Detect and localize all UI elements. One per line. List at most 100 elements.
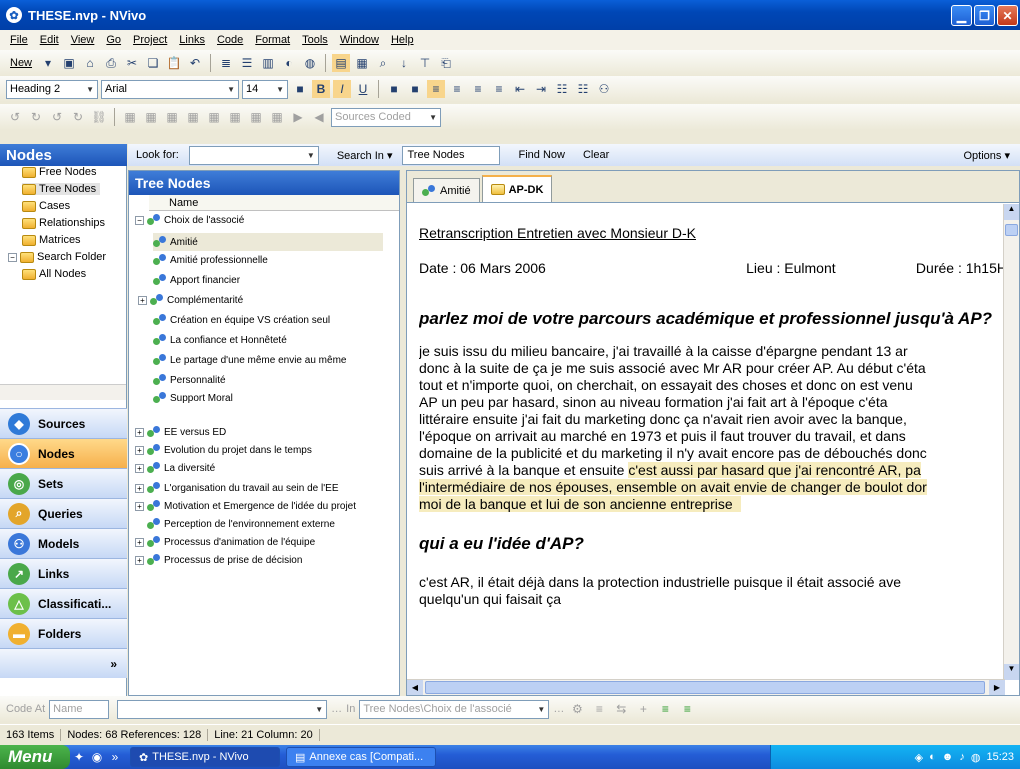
scroll-left-icon[interactable]: ◀ [407,680,423,695]
binoculars-icon[interactable]: ⚇ [595,80,613,98]
cut-icon[interactable]: ✂ [123,54,141,72]
tree-row[interactable]: Le partage d'une même envie au même [153,351,346,369]
tree-row[interactable]: Amitié [153,233,383,251]
tray-icon[interactable]: ☻ [942,751,954,763]
scroll-up-icon[interactable]: ▲ [1004,204,1019,220]
new-dropdown-icon[interactable]: ▾ [39,54,57,72]
menu-format[interactable]: Format [255,34,290,46]
tree-row[interactable]: − Choix de l'associé [135,211,244,229]
filter-icon[interactable]: ⊤ [416,54,434,72]
collapse-icon[interactable]: − [8,252,17,262]
tree-row[interactable]: + Processus d'animation de l'équipe [135,533,315,551]
tray-icon[interactable]: ◈ [915,751,923,764]
nav-matrices[interactable]: Matrices [22,234,81,246]
quicklaunch-icon[interactable]: » [106,748,124,766]
tree-row[interactable]: + EE versus ED [135,423,226,441]
table5-icon[interactable]: ▦ [205,108,223,126]
align-center-icon[interactable]: ≡ [448,80,466,98]
align-right-icon[interactable]: ≡ [469,80,487,98]
find-now-button[interactable]: Find Now [518,149,564,161]
expand-icon[interactable]: + [138,295,147,305]
expand-icon[interactable]: + [135,555,144,565]
tab-ap-dk[interactable]: AP-DK [481,175,553,202]
tree-row[interactable]: Apport financier [153,271,240,289]
name-column-header[interactable]: Name [149,195,399,211]
scroll-right-icon[interactable]: ▶ [989,680,1005,695]
close-button[interactable]: ✕ [997,5,1018,26]
collapse-icon[interactable]: − [135,215,144,225]
italic-icon[interactable]: I [333,80,351,98]
expand-icon[interactable]: + [135,501,144,511]
code-name-input[interactable]: ▼ [117,699,328,719]
table6-icon[interactable]: ▦ [226,108,244,126]
save-icon[interactable]: ▣ [60,54,78,72]
tree-row[interactable]: + Processus de prise de décision [135,551,302,569]
tree-row[interactable]: Support Moral [153,389,233,407]
nav-more-button[interactable]: » [0,648,127,678]
help-icon[interactable]: ◍ [301,54,319,72]
table7-icon[interactable]: ▦ [247,108,265,126]
hscroll-thumb[interactable] [425,681,985,694]
indent-icon[interactable]: ⇥ [532,80,550,98]
menu-file[interactable]: File [10,34,28,46]
clear-button[interactable]: Clear [583,149,609,161]
back-icon[interactable]: ↺ [6,108,24,126]
bullet-list-icon[interactable]: ☷ [574,80,592,98]
expand-icon[interactable]: + [135,445,144,455]
nav-button-links[interactable]: ↗ Links [0,558,127,588]
table2-icon[interactable]: ▦ [142,108,160,126]
font-color-icon[interactable]: ■ [291,80,309,98]
doc-vertical-scrollbar[interactable]: ▲ ▼ [1003,204,1019,680]
scroll-thumb[interactable] [1005,224,1018,236]
detail-view-icon[interactable]: ▤ [332,54,351,72]
look-for-input[interactable]: ▼ [188,145,319,165]
tree-row[interactable]: + Motivation et Emergence de l'idée du pr… [135,497,356,515]
menu-go[interactable]: Go [106,34,121,46]
tree-row[interactable]: + Evolution du projet dans le temps [135,441,312,459]
nav-button-classifications[interactable]: △ Classificati... [0,588,127,618]
quicklaunch-icon[interactable]: ✦ [70,748,88,766]
code-in-vivo-icon[interactable]: ⇆ [612,700,630,718]
model-icon[interactable]: ◐ [280,54,298,72]
add-icon[interactable]: + [634,700,652,718]
forward-icon[interactable]: ↻ [27,108,45,126]
highlight-coding-icon[interactable]: ≡ [678,700,696,718]
tab-amitie[interactable]: Amitié [413,178,480,202]
find-icon[interactable]: ⌕ [374,54,392,72]
menu-window[interactable]: Window [340,34,379,46]
nav-back-icon[interactable]: ↺ [48,108,66,126]
tree-row[interactable]: + Complémentarité [138,291,243,309]
menu-links[interactable]: Links [179,34,205,46]
scroll-down-icon[interactable]: ▼ [1004,664,1019,680]
font-combo[interactable]: Arial ▼ [101,79,239,99]
tray-icon[interactable]: ◍ [971,751,981,764]
copy-icon[interactable]: ❏ [144,54,162,72]
sort-icon[interactable]: ↓ [395,54,413,72]
nav-hscrollbar[interactable] [0,384,126,400]
expand-icon[interactable]: + [135,463,144,473]
style-combo[interactable]: Heading 2 ▼ [6,79,98,99]
nav-button-sources[interactable]: ◆ Sources [0,408,127,438]
play-icon[interactable]: ▶ [289,108,307,126]
nav-search-folder[interactable]: − Search Folder [8,251,106,263]
underline-icon[interactable]: U [354,80,372,98]
expand-icon[interactable]: + [135,537,144,547]
font-size-combo[interactable]: 14 ▼ [242,79,288,99]
menu-edit[interactable]: Edit [40,34,59,46]
nav-all-nodes[interactable]: All Nodes [22,268,86,280]
paste-icon[interactable]: 📋 [165,54,183,72]
task-nvivo[interactable]: ✿ THESE.nvp - NVivo [130,747,280,767]
nav-tree-nodes[interactable]: Tree Nodes [22,183,101,195]
layout-icon[interactable]: ▦ [353,54,371,72]
uncode-icon[interactable]: ≡ [590,700,608,718]
outdent-icon[interactable]: ⇤ [511,80,529,98]
table3-icon[interactable]: ▦ [163,108,181,126]
menu-tools[interactable]: Tools [302,34,328,46]
menu-code[interactable]: Code [217,34,243,46]
tree-row[interactable]: Amitié professionnelle [153,251,268,269]
expand-icon[interactable]: + [135,427,144,437]
tray-icon[interactable]: ◐ [929,751,936,763]
doc-horizontal-scrollbar[interactable]: ◀ ▶ [407,679,1005,695]
justify-icon[interactable]: ≡ [490,80,508,98]
border-icon[interactable]: ■ [406,80,424,98]
